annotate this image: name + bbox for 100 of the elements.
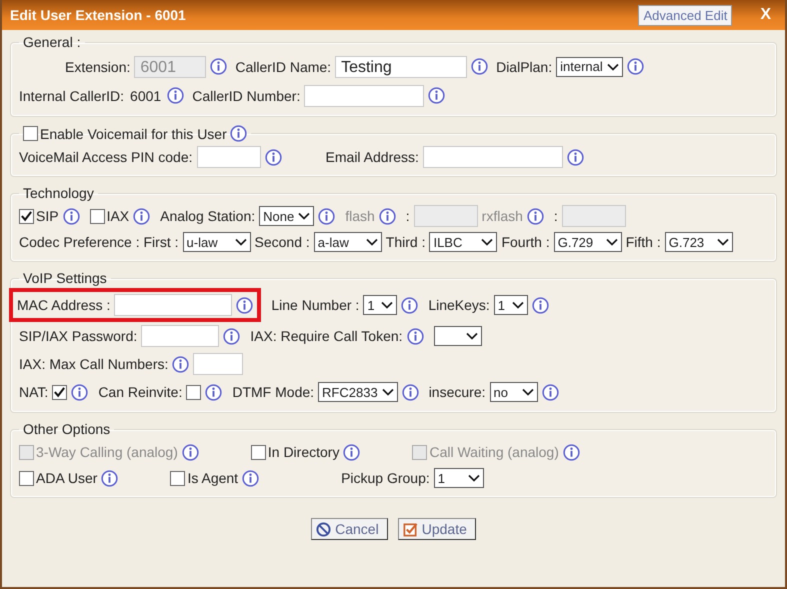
info-icon[interactable] <box>562 444 580 460</box>
info-icon[interactable] <box>236 296 254 314</box>
info-icon[interactable] <box>230 125 247 142</box>
value-text: 6001 <box>130 88 162 104</box>
field-label: MAC Address : <box>17 297 110 313</box>
info-icon[interactable] <box>205 384 222 400</box>
text-field[interactable] <box>422 146 563 168</box>
advanced-edit-button[interactable]: Advanced Edit <box>638 4 732 26</box>
info-icon[interactable] <box>101 470 118 486</box>
info-icon[interactable] <box>532 296 549 314</box>
field-label: Line Number : <box>271 297 360 313</box>
chevron-icon <box>381 301 394 309</box>
checkbox[interactable] <box>52 384 68 400</box>
dropdown[interactable]: RFC2833 <box>318 382 398 402</box>
field-label: Second : <box>254 234 310 250</box>
checkbox-label: SIP <box>36 208 59 224</box>
field-label: IAX: Max Call Numbers: <box>19 356 168 372</box>
dropdown[interactable]: 1 <box>434 468 484 488</box>
field-label: Pickup Group: <box>341 470 430 486</box>
chevron-icon <box>606 238 618 246</box>
info-icon[interactable] <box>264 148 282 166</box>
dropdown[interactable]: internal <box>556 56 623 76</box>
info-icon[interactable] <box>210 58 228 75</box>
chevron-icon <box>466 332 478 340</box>
info-icon[interactable] <box>402 384 419 400</box>
checkbox[interactable] <box>170 470 186 486</box>
field-label: : <box>554 208 558 224</box>
field-label: flash <box>345 208 375 224</box>
field-label: VoiceMail Access PIN code: <box>19 149 193 165</box>
info-icon[interactable] <box>378 208 396 224</box>
dropdown[interactable]: 1 <box>494 295 528 315</box>
field-label: SIP/IAX Password: <box>19 328 138 344</box>
text-field[interactable] <box>193 353 244 375</box>
window-title: Edit User Extension - 6001 <box>10 7 187 23</box>
dropdown[interactable] <box>434 326 482 346</box>
text-field[interactable] <box>304 84 424 106</box>
field-label: insecure: <box>428 384 486 400</box>
dropdown[interactable]: ILBC <box>429 232 498 252</box>
checkbox[interactable] <box>90 208 105 224</box>
info-icon[interactable] <box>428 87 446 104</box>
field-label: rxflash <box>482 208 523 224</box>
chevron-icon <box>606 62 619 70</box>
info-icon[interactable] <box>343 444 360 460</box>
field-label: DialPlan: <box>496 58 552 74</box>
checkbox-label: Enable Voicemail for this User <box>40 126 227 142</box>
dropdown[interactable]: a-law <box>314 232 382 252</box>
info-icon[interactable] <box>401 296 418 314</box>
info-icon[interactable] <box>626 58 644 75</box>
field-label: Other Options <box>23 421 110 437</box>
chevron-icon <box>382 388 394 396</box>
checkbox-label: 3-Way Calling (analog) <box>36 444 178 460</box>
checkbox[interactable] <box>186 384 202 400</box>
info-icon[interactable] <box>566 148 584 166</box>
dropdown[interactable]: 1 <box>363 295 398 315</box>
chevron-icon <box>234 238 247 246</box>
checkbox-label: In Directory <box>268 444 340 460</box>
info-icon[interactable] <box>406 328 424 344</box>
info-icon[interactable] <box>242 470 260 486</box>
field-label: General : <box>23 34 81 50</box>
info-icon[interactable] <box>526 208 544 224</box>
checkbox[interactable] <box>250 444 266 460</box>
info-icon[interactable] <box>223 328 240 344</box>
checkbox-label: Is Agent <box>187 470 238 486</box>
field-label: LineKeys: <box>428 297 490 313</box>
text-field[interactable] <box>114 294 232 316</box>
field-label: Email Address: <box>326 149 419 165</box>
field-label: Internal CallerID: <box>19 88 124 104</box>
checkbox[interactable] <box>23 126 38 141</box>
info-icon[interactable] <box>542 384 558 400</box>
info-icon[interactable] <box>133 208 150 224</box>
field-label: Codec Preference : First : <box>19 234 179 250</box>
field-label: Third : <box>386 234 426 250</box>
info-icon[interactable] <box>172 356 190 372</box>
dropdown[interactable]: no <box>490 382 538 402</box>
info-icon[interactable] <box>62 208 80 224</box>
dropdown[interactable]: None <box>259 206 314 226</box>
text-field[interactable]: Testing <box>335 56 468 78</box>
info-icon[interactable] <box>471 58 488 75</box>
info-icon[interactable] <box>182 444 199 460</box>
info-icon[interactable] <box>318 208 336 224</box>
field-label: Analog Station: <box>160 208 256 224</box>
dropdown[interactable]: G.729 <box>554 232 622 252</box>
info-icon[interactable] <box>167 87 184 104</box>
text-field[interactable] <box>141 325 220 347</box>
chevron-icon <box>366 238 378 246</box>
checkbox[interactable] <box>19 470 34 486</box>
update-button[interactable]: Update <box>398 518 476 540</box>
checkbox-label: IAX <box>106 208 130 224</box>
chevron-icon <box>522 388 534 396</box>
chevron-icon <box>468 474 480 482</box>
field-label: Fifth : <box>626 234 661 250</box>
cancel-button[interactable]: Cancel <box>311 518 388 540</box>
dropdown[interactable]: G.723 <box>664 232 733 252</box>
no-sign-icon <box>316 522 332 536</box>
info-icon[interactable] <box>71 384 88 400</box>
text-field[interactable] <box>196 146 261 168</box>
checkmark-icon <box>402 522 418 536</box>
dropdown[interactable]: u-law <box>182 232 251 252</box>
field-label: Extension: <box>65 58 130 74</box>
checkbox[interactable] <box>19 208 34 224</box>
